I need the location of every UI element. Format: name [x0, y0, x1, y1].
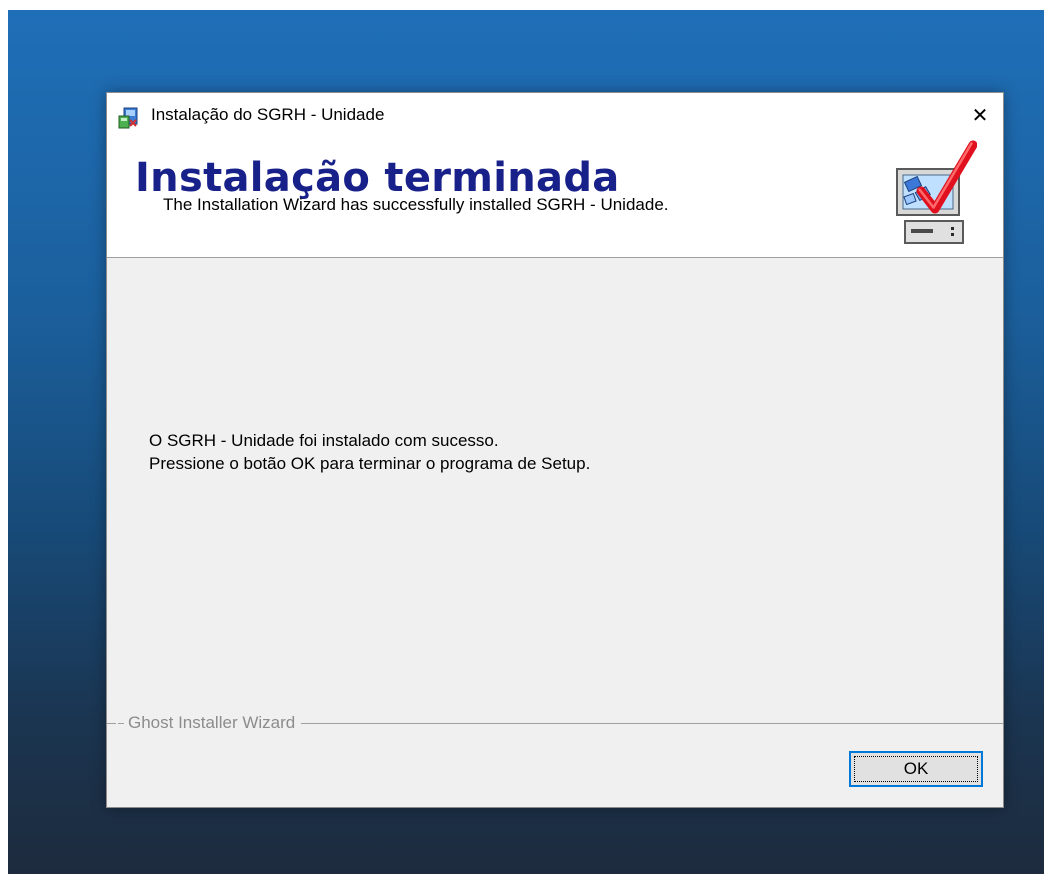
- close-button[interactable]: ✕: [957, 93, 1003, 137]
- close-icon: ✕: [971, 103, 989, 127]
- installer-window: Instalação do SGRH - Unidade ✕ Instalaçã…: [106, 92, 1004, 808]
- footer-group-label: Ghost Installer Wizard: [116, 713, 302, 733]
- title-bar[interactable]: Instalação do SGRH - Unidade ✕: [107, 93, 1003, 137]
- page-subtitle: The Installation Wizard has successfully…: [163, 195, 669, 214]
- installer-icon: [117, 106, 141, 130]
- ok-button[interactable]: OK: [849, 751, 983, 787]
- ok-button-label: OK: [903, 759, 929, 778]
- message-line-1: O SGRH - Unidade foi instalado com suces…: [149, 431, 499, 450]
- wizard-header: Instalação terminada The Installation Wi…: [107, 137, 1003, 258]
- window-title: Instalação do SGRH - Unidade: [151, 105, 385, 124]
- message-line-2: Pressione o botão OK para terminar o pro…: [149, 454, 591, 473]
- completion-message: O SGRH - Unidade foi instalado com suces…: [149, 429, 590, 475]
- computer-checkmark-icon: [891, 139, 978, 247]
